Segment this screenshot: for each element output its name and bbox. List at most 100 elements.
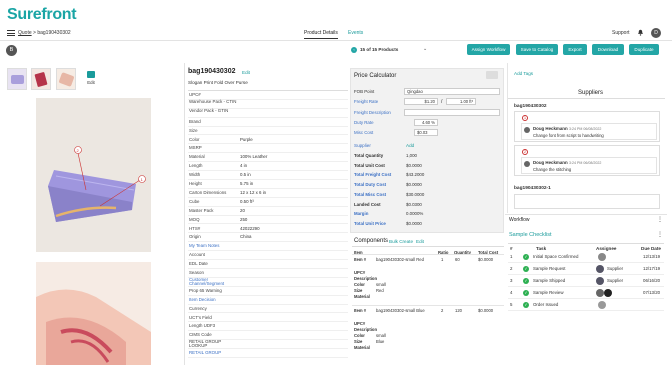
attribute-key: Warehouse Pack - CTIN: [189, 98, 237, 104]
wf-col-assignee: Assignee: [596, 246, 617, 251]
checkmark-icon[interactable]: ✓: [523, 290, 529, 296]
pager-dropdown-icon[interactable]: ⌄: [423, 46, 427, 52]
workflow-task-row[interactable]: 1 ✓ Initial Space Confirmed 12/13/19: [508, 252, 664, 263]
supplier-note-card[interactable]: 1 Doug Heckmann 3:24 PM 06/08/2022 Change f…: [514, 111, 660, 142]
export-button[interactable]: Export: [563, 44, 587, 55]
attribute-row[interactable]: Customer Channel/Segment: [188, 276, 348, 287]
price-total-label: Total Unit Price: [354, 220, 386, 226]
duplicate-button[interactable]: Duplicate: [629, 44, 659, 55]
freight-rate-separator: /: [441, 99, 443, 105]
attribute-row[interactable]: Account: [188, 251, 348, 261]
save-to-catalog-button[interactable]: Save to Catalog: [516, 44, 558, 55]
checkmark-icon[interactable]: ✓: [523, 254, 529, 260]
attribute-row[interactable]: Height 5.75 in: [188, 180, 348, 189]
user-avatar[interactable]: D: [651, 28, 661, 38]
attribute-row[interactable]: Vendor Pack - GTIN: [188, 108, 348, 118]
attribute-row[interactable]: My Team Notes: [188, 242, 348, 252]
suppliers-title: Suppliers: [578, 90, 604, 96]
freight-rate-label[interactable]: Freight Rate: [354, 99, 378, 104]
supplier-note-card[interactable]: 2 Doug Heckmann 3:24 PM 06/08/2022 Change t…: [514, 145, 660, 176]
user-initial-avatar[interactable]: B: [6, 45, 17, 56]
workflow-task-row[interactable]: 4 ✓ Sample Review 07/13/20: [508, 288, 664, 299]
attribute-row[interactable]: Cube 0.50 ft³: [188, 198, 348, 207]
attribute-row[interactable]: Master Pack 20: [188, 207, 348, 216]
attribute-row[interactable]: HTS# 42022290: [188, 225, 348, 234]
misc-cost-input[interactable]: $0.03: [414, 129, 438, 136]
attribute-row[interactable]: Prop 65 Warning: [188, 287, 348, 296]
gallery-edit-label: Edit: [87, 80, 95, 85]
workflow-task-row[interactable]: 2 ✓ Sample Request Supplier 12/17/19: [508, 264, 664, 275]
pager-back-icon[interactable]: ‹: [351, 47, 357, 53]
support-link[interactable]: Support: [612, 30, 630, 36]
checkmark-icon[interactable]: ✓: [523, 266, 529, 272]
workflow-more-icon[interactable]: ⋮: [657, 216, 663, 223]
attribute-row[interactable]: EDL Date: [188, 260, 348, 269]
attribute-row[interactable]: Size: [188, 127, 348, 136]
add-tags-link[interactable]: Add Tags: [514, 71, 533, 76]
assignee-avatar: [598, 253, 606, 261]
product-edit-link[interactable]: Edit: [242, 70, 250, 75]
attribute-row[interactable]: Season: [188, 269, 348, 278]
product-photo-purple-purse[interactable]: 2 1: [36, 98, 151, 252]
tab-product-details[interactable]: Product Details: [304, 30, 338, 39]
component-size-label: Size: [354, 339, 363, 344]
bulk-create-link[interactable]: Bulk Create: [389, 239, 413, 244]
duty-rate-label[interactable]: Duty Rate: [354, 120, 374, 125]
freight-description-input[interactable]: [404, 109, 500, 116]
component-name[interactable]: bag190430302-small Blue: [376, 308, 430, 313]
product-photo-pink-purse[interactable]: [36, 262, 151, 365]
tab-events[interactable]: Events: [348, 30, 363, 36]
menu-icon[interactable]: [7, 30, 15, 36]
duty-rate-input[interactable]: 4.60 %: [414, 119, 438, 126]
attribute-row[interactable]: Origin China: [188, 233, 348, 243]
checkmark-icon[interactable]: ✓: [523, 302, 529, 308]
misc-cost-label[interactable]: Misc Cost: [354, 130, 373, 135]
attribute-row[interactable]: Brand: [188, 118, 348, 127]
attribute-row[interactable]: Currency: [188, 305, 348, 314]
thumbnail-3[interactable]: [56, 68, 76, 90]
supplier-label[interactable]: Supplier: [354, 143, 371, 148]
attribute-row[interactable]: Length UDF3: [188, 322, 348, 332]
attribute-key: Material: [189, 154, 205, 160]
attribute-row[interactable]: Length 4 in: [188, 162, 348, 172]
freight-rate-unit-input[interactable]: 1.00 ft³: [446, 98, 476, 105]
workflow-name[interactable]: Sample Checklist: [509, 232, 552, 238]
workflow-menu-icon[interactable]: ⋮: [657, 231, 663, 238]
supplier-add-link[interactable]: Add: [406, 143, 414, 148]
attribute-row[interactable]: MSRP: [188, 144, 348, 154]
attribute-row[interactable]: Material 100% Leather: [188, 153, 348, 163]
breadcrumb-root[interactable]: Quote: [18, 30, 32, 36]
attribute-row[interactable]: RETAIL GROUP LOOKUP: [188, 340, 348, 350]
attribute-row[interactable]: Carton Dimensions 12 x 12 x 6 in: [188, 189, 348, 198]
download-button[interactable]: Download: [592, 44, 624, 55]
calculator-icon[interactable]: [486, 71, 498, 79]
freight-description-label[interactable]: Freight Description: [354, 110, 391, 115]
checkmark-icon[interactable]: ✓: [523, 278, 529, 284]
attribute-row[interactable]: Color Purple: [188, 136, 348, 145]
attribute-key: Customer Channel/Segment: [189, 276, 225, 287]
attribute-row[interactable]: UCT's Field: [188, 314, 348, 323]
freight-rate-input[interactable]: $1.20: [404, 98, 438, 105]
attribute-row[interactable]: Width 0.5 in: [188, 171, 348, 180]
assign-workflow-button[interactable]: Assign Workflow: [467, 44, 510, 55]
note-inner: Doug Heckmann 3:24 PM 06/08/2022 Change fo…: [521, 123, 657, 140]
attribute-value: 0.5 in: [240, 172, 251, 178]
assignee-avatar: [596, 265, 604, 273]
component-name[interactable]: bag190430302-small Red: [376, 257, 430, 262]
fob-select[interactable]: Qingdao: [404, 88, 500, 95]
attribute-key: UCT's Field: [189, 314, 212, 320]
attribute-row[interactable]: RETAIL GROUP: [188, 349, 348, 358]
surefront-logo[interactable]: Surefront: [7, 6, 77, 24]
bell-icon[interactable]: [637, 29, 644, 36]
thumbnail-1[interactable]: [7, 68, 27, 90]
attribute-key: Width: [189, 172, 201, 178]
thumbnail-2[interactable]: [31, 68, 51, 90]
workflow-task-row[interactable]: 5 ✓ Order Issued: [508, 300, 664, 311]
components-edit-link[interactable]: Edit: [416, 239, 424, 244]
gallery-edit-button[interactable]: Edit: [81, 68, 101, 90]
price-total-value: 1,000: [406, 153, 417, 158]
attribute-row[interactable]: MOQ 250: [188, 216, 348, 225]
attribute-value: 250: [240, 216, 248, 222]
attribute-row[interactable]: Item Decision: [188, 296, 348, 305]
workflow-task-row[interactable]: 3 ✓ Sample Shipped Supplier 06/16/20: [508, 276, 664, 287]
